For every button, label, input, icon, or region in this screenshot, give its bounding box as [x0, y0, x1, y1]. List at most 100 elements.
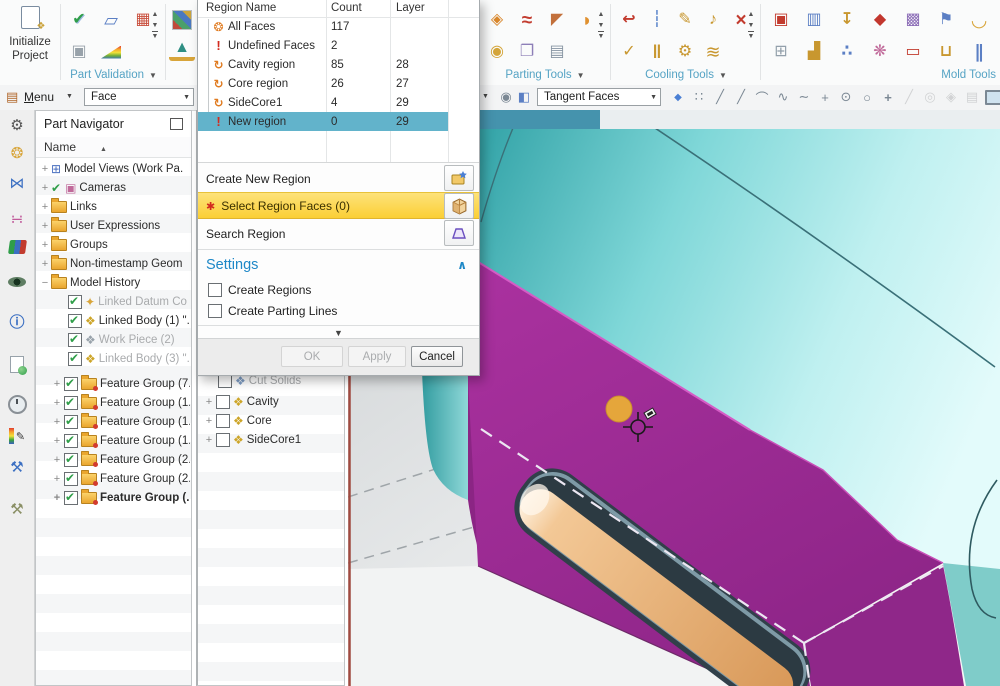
gallery-scroll-buttons[interactable]: ▲▼▼: [148, 10, 162, 43]
checkbox-unchecked[interactable]: [216, 395, 230, 409]
selection-scope-arrow[interactable]: ▼: [482, 93, 489, 100]
tree-row-feature-group-7[interactable]: Feature Group (.: [52, 488, 190, 507]
create-new-region-button[interactable]: [444, 165, 474, 191]
mark-surface-icon[interactable]: [672, 7, 698, 33]
tree-row-model-views[interactable]: Model Views (Work Pa.: [40, 159, 190, 178]
expander-icon[interactable]: [40, 239, 50, 251]
snap-slash-icon[interactable]: ╱: [899, 87, 919, 107]
apply-button[interactable]: Apply: [348, 346, 406, 367]
expander-icon[interactable]: [52, 435, 62, 447]
create-parting-lines-checkbox-row[interactable]: Create Parting Lines: [206, 302, 337, 320]
table-row-all-faces[interactable]: All Faces 117: [198, 17, 448, 36]
info-wave-icon[interactable]: ⓘ: [0, 308, 34, 334]
cube-cage-icon[interactable]: [768, 7, 794, 33]
table-row-core-region[interactable]: Core region 26 27: [198, 74, 448, 93]
mold-tools-group-label[interactable]: Mold Tools: [762, 69, 1000, 81]
ports-icon[interactable]: ∺: [0, 206, 34, 232]
tree-row-cameras[interactable]: Cameras: [40, 178, 190, 197]
expander-icon[interactable]: [40, 182, 50, 194]
snap-line-icon[interactable]: ╱: [710, 87, 730, 107]
tree-row-linked-body-3[interactable]: Linked Body (3) ".: [66, 349, 190, 368]
gear-icon[interactable]: ⚙: [0, 112, 34, 138]
checkbox-checked[interactable]: [68, 333, 82, 347]
tree-row-links[interactable]: Links: [40, 197, 190, 216]
crane-icon[interactable]: ⚒: [0, 496, 34, 522]
dialog-resize-handle[interactable]: ▼: [198, 328, 479, 338]
web-page-icon[interactable]: [0, 351, 34, 377]
undock-icon[interactable]: [170, 118, 183, 130]
checkbox-unchecked[interactable]: [216, 433, 230, 447]
checkbox-checked[interactable]: [68, 295, 82, 309]
tree-row-work-piece[interactable]: Work Piece (2): [66, 330, 190, 349]
trim-sheet-icon[interactable]: [544, 7, 570, 33]
expander-icon[interactable]: [204, 396, 214, 408]
snap-sheet-icon[interactable]: ▤: [962, 87, 982, 107]
corner-frame-icon[interactable]: [900, 39, 926, 65]
checker-map-icon[interactable]: [169, 7, 195, 33]
tree-row-non-timestamp-geom[interactable]: Non-timestamp Geom: [40, 254, 190, 273]
screen-capture-icon[interactable]: [984, 87, 1000, 107]
tree-row-feature-group-2[interactable]: Feature Group (1.: [52, 393, 190, 412]
expander-icon[interactable]: [40, 258, 50, 270]
cylinder-pair-icon[interactable]: [644, 39, 670, 65]
snap-facet-icon[interactable]: ◈: [941, 87, 961, 107]
checkbox-checked[interactable]: [64, 434, 78, 448]
snap-spline-icon[interactable]: ∿: [773, 87, 793, 107]
expander-icon[interactable]: [40, 277, 50, 289]
checkbox-checked[interactable]: [64, 453, 78, 467]
table-row-cavity-region[interactable]: Cavity region 85 28: [198, 55, 448, 74]
parting-surface-icon[interactable]: [484, 7, 510, 33]
cancel-button[interactable]: Cancel: [411, 346, 463, 367]
tree-row-model-history[interactable]: Model History: [40, 273, 190, 292]
checkbox-checked[interactable]: [64, 472, 78, 486]
scope-filter-combo[interactable]: Tangent Faces▼: [537, 88, 661, 106]
flag-book-icon[interactable]: [933, 7, 959, 33]
tree-row-user-expressions[interactable]: User Expressions: [40, 216, 190, 235]
expander-icon[interactable]: [204, 434, 214, 446]
expander-icon[interactable]: [40, 163, 50, 175]
check-channel-icon[interactable]: [616, 39, 642, 65]
pocket-insert-icon[interactable]: [933, 39, 959, 65]
checkbox-unchecked[interactable]: [208, 283, 222, 297]
color-pen-icon[interactable]: [0, 423, 34, 449]
type-filter-combo[interactable]: Face▼: [84, 88, 194, 106]
snap-plus-icon[interactable]: +: [878, 87, 898, 107]
draft-analysis-wedge-icon[interactable]: [98, 39, 124, 65]
checkbox-checked[interactable]: [64, 415, 78, 429]
lock-body-icon[interactable]: [484, 39, 510, 65]
layout-grid-icon[interactable]: [768, 39, 794, 65]
double-box-icon[interactable]: [801, 7, 827, 33]
column-count[interactable]: Count: [331, 0, 362, 17]
checkbox-checked[interactable]: [64, 491, 78, 505]
menu-button[interactable]: Menu: [24, 90, 54, 104]
tool-person-icon[interactable]: ⚒: [0, 454, 34, 480]
expander-icon[interactable]: [52, 492, 62, 504]
menu-dropdown-arrow[interactable]: ▼: [66, 93, 73, 100]
cylinder-group-icon[interactable]: [966, 39, 992, 65]
part-validation-group-label[interactable]: Part Validation▼: [62, 69, 165, 81]
history-clock-icon[interactable]: [0, 391, 34, 417]
select-region-faces-row[interactable]: Select Region Faces (0): [198, 192, 479, 219]
expander-icon[interactable]: [40, 201, 50, 213]
initialize-project-button[interactable]: Initialize Project: [2, 2, 58, 80]
snap-grid-icon[interactable]: ∷: [689, 87, 709, 107]
create-regions-checkbox-row[interactable]: Create Regions: [206, 281, 311, 299]
channel-curve-icon[interactable]: [700, 7, 726, 33]
curve-split-icon[interactable]: [514, 7, 540, 33]
wedge-block-icon[interactable]: [801, 39, 827, 65]
snap-curve-icon[interactable]: ∼: [794, 87, 814, 107]
expander-icon[interactable]: [52, 378, 62, 390]
tree-row-feature-group-5[interactable]: Feature Group (2.: [52, 450, 190, 469]
select-region-faces-button[interactable]: [444, 193, 474, 219]
lattice-icon[interactable]: [834, 39, 860, 65]
snap-line-2-icon[interactable]: ╱: [731, 87, 751, 107]
gallery-scroll-buttons[interactable]: ▲▼▼: [744, 10, 758, 43]
saddle-surface-icon[interactable]: [966, 7, 992, 33]
screw-down-icon[interactable]: [834, 7, 860, 33]
expander-icon[interactable]: [52, 454, 62, 466]
gear-swirl-icon[interactable]: [672, 39, 698, 65]
ok-button[interactable]: OK: [281, 346, 343, 367]
globe-icon[interactable]: ◉: [496, 87, 516, 107]
roles-icon[interactable]: ❂: [0, 140, 34, 166]
snap-face-icon[interactable]: ◎: [920, 87, 940, 107]
